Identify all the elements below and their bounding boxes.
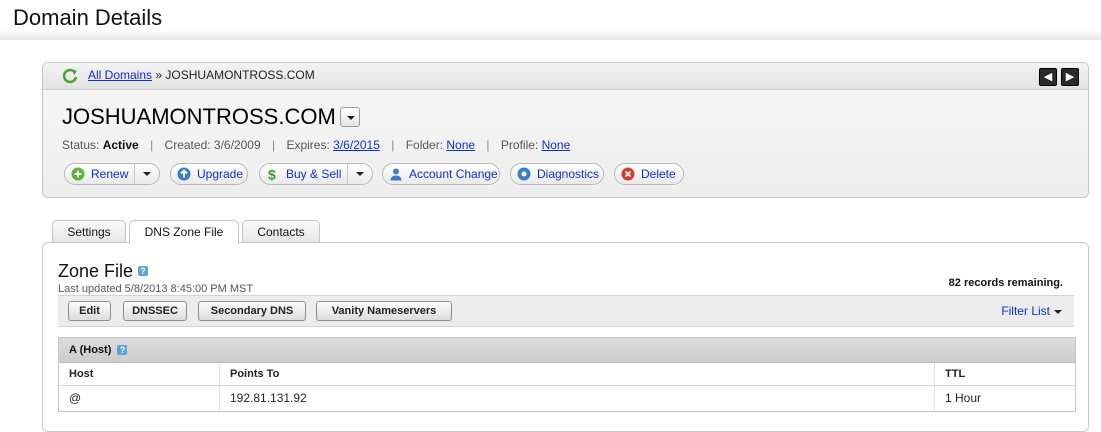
account-change-button[interactable]: Account Change bbox=[382, 163, 500, 185]
svg-text:$: $ bbox=[268, 167, 276, 181]
help-icon[interactable]: ? bbox=[117, 345, 128, 356]
edit-button[interactable]: Edit bbox=[68, 301, 111, 321]
diagnostics-button[interactable]: Diagnostics bbox=[510, 163, 604, 185]
upgrade-arrow-icon bbox=[177, 167, 191, 181]
nav-arrows: ◀ ▶ bbox=[1039, 68, 1079, 86]
meta-separator: | bbox=[486, 138, 490, 152]
domain-name-heading: JOSHUAMONTROSS.COM bbox=[62, 104, 336, 129]
breadcrumb-current: JOSHUAMONTROSS.COM bbox=[165, 68, 315, 82]
created-label: Created: bbox=[164, 138, 211, 152]
filter-list-label: Filter List bbox=[1001, 304, 1050, 318]
records-remaining-text: 82 records remaining. bbox=[948, 277, 1063, 289]
refresh-icon[interactable] bbox=[62, 68, 78, 84]
domain-dropdown-button[interactable] bbox=[340, 107, 360, 127]
table-row[interactable]: @ 192.81.131.92 1 Hour bbox=[59, 386, 1075, 411]
panel-topbar: All Domains » JOSHUAMONTROSS.COM ◀ ▶ bbox=[43, 63, 1088, 90]
vanity-nameservers-button[interactable]: Vanity Nameservers bbox=[316, 301, 452, 321]
column-header-row: Host Points To TTL bbox=[59, 363, 1075, 386]
expires-link[interactable]: 3/6/2015 bbox=[333, 138, 380, 152]
last-updated-text: Last updated 5/8/2013 8:45:00 PM MST bbox=[58, 283, 254, 295]
profile-label: Profile: bbox=[500, 138, 539, 152]
breadcrumb-separator: » bbox=[155, 68, 163, 82]
page-header: Domain Details bbox=[0, 0, 1101, 40]
buy-sell-label: Buy & Sell bbox=[286, 167, 342, 181]
breadcrumb-all-domains-link[interactable]: All Domains bbox=[88, 68, 152, 82]
zone-toolbar: Edit DNSSEC Secondary DNS Vanity Nameser… bbox=[58, 295, 1074, 327]
renew-plus-icon bbox=[71, 167, 85, 181]
previous-arrow-icon[interactable]: ◀ bbox=[1039, 68, 1057, 86]
filter-list-dropdown[interactable]: Filter List bbox=[1001, 304, 1062, 318]
column-header-points-to: Points To bbox=[220, 363, 935, 385]
section-header: A (Host) ? bbox=[59, 338, 1075, 363]
cell-ttl: 1 Hour bbox=[945, 391, 982, 405]
tab-contacts[interactable]: Contacts bbox=[242, 220, 320, 243]
help-icon[interactable]: ? bbox=[138, 266, 148, 276]
dnssec-button[interactable]: DNSSEC bbox=[123, 301, 187, 321]
upgrade-button[interactable]: Upgrade bbox=[170, 163, 248, 185]
tab-dns-zone-file[interactable]: DNS Zone File bbox=[129, 220, 239, 244]
user-icon bbox=[390, 168, 402, 181]
profile-link[interactable]: None bbox=[542, 138, 571, 152]
folder-link[interactable]: None bbox=[446, 138, 475, 152]
created-value: 3/6/2009 bbox=[213, 138, 261, 152]
meta-separator: | bbox=[150, 138, 154, 152]
breadcrumb: All Domains » JOSHUAMONTROSS.COM bbox=[88, 68, 315, 82]
page-title: Domain Details bbox=[13, 5, 163, 30]
folder-label: Folder: bbox=[405, 138, 444, 152]
renew-label: Renew bbox=[91, 167, 129, 181]
zone-file-title: Zone File bbox=[58, 261, 134, 281]
meta-separator: | bbox=[391, 138, 395, 152]
section-title: A (Host) bbox=[69, 344, 112, 356]
secondary-dns-button[interactable]: Secondary DNS bbox=[198, 301, 306, 321]
delete-button[interactable]: Delete bbox=[614, 163, 684, 185]
diagnostics-label: Diagnostics bbox=[537, 167, 600, 181]
account-change-label: Account Change bbox=[409, 167, 498, 181]
a-records-table: A (Host) ? Host Points To TTL @ 192.81.1… bbox=[58, 337, 1076, 412]
status-value: Active bbox=[102, 138, 139, 152]
column-header-host: Host bbox=[59, 363, 220, 385]
dollar-icon: $ bbox=[268, 167, 276, 181]
diagnostics-icon bbox=[517, 167, 531, 181]
chevron-down-icon bbox=[1054, 309, 1062, 314]
status-label: Status: bbox=[62, 138, 100, 152]
domain-meta: Status: Active | Created: 3/6/2009 | Exp… bbox=[62, 138, 570, 152]
upgrade-label: Upgrade bbox=[197, 167, 244, 181]
domain-panel: All Domains » JOSHUAMONTROSS.COM ◀ ▶ JOS… bbox=[42, 62, 1089, 198]
cell-points-to: 192.81.131.92 bbox=[220, 386, 935, 411]
next-arrow-icon[interactable]: ▶ bbox=[1061, 68, 1079, 86]
tab-settings[interactable]: Settings bbox=[52, 220, 126, 243]
delete-x-icon bbox=[621, 167, 635, 181]
delete-label: Delete bbox=[641, 167, 676, 181]
cell-host: @ bbox=[59, 386, 220, 411]
buy-sell-dropdown-caret[interactable] bbox=[347, 164, 372, 184]
buy-sell-button[interactable]: $ Buy & Sell bbox=[259, 163, 373, 185]
renew-button[interactable]: Renew bbox=[64, 163, 160, 185]
expires-label: Expires: bbox=[286, 138, 330, 152]
meta-separator: | bbox=[271, 138, 276, 152]
column-header-ttl: TTL bbox=[945, 368, 966, 380]
renew-dropdown-caret[interactable] bbox=[134, 164, 159, 184]
